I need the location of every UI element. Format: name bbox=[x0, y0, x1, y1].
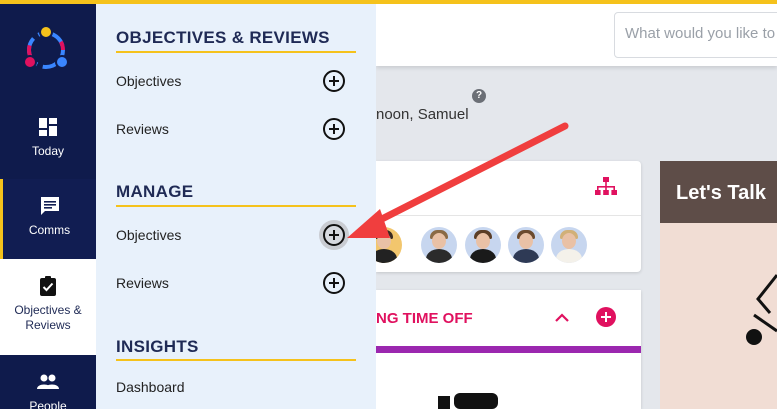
rail-label-objectives-reviews: Objectives & Reviews bbox=[14, 303, 82, 332]
top-accent-bar bbox=[0, 0, 777, 4]
card-divider bbox=[376, 215, 641, 216]
rail-item-today[interactable]: Today bbox=[0, 110, 96, 178]
rail-label-comms: Comms bbox=[28, 223, 71, 237]
dashboard-icon bbox=[39, 118, 57, 136]
section-title-insights: INSIGHTS bbox=[116, 337, 199, 356]
chevron-up-icon[interactable] bbox=[554, 310, 570, 324]
avatar[interactable] bbox=[508, 227, 544, 263]
greeting-text: noon, Samuel bbox=[376, 106, 469, 123]
menu-item-reviews[interactable]: Reviews bbox=[116, 121, 169, 137]
avatar[interactable] bbox=[551, 227, 587, 263]
menu-item-objectives[interactable]: Objectives bbox=[116, 73, 181, 89]
rail-label-people: People bbox=[29, 399, 67, 409]
time-off-card: NG TIME OFF bbox=[376, 290, 641, 409]
chat-icon bbox=[40, 197, 59, 215]
clipboard-check-icon bbox=[40, 276, 56, 296]
section-divider bbox=[116, 205, 356, 207]
section-title-objectives-reviews: OBJECTIVES & REVIEWS bbox=[116, 28, 330, 47]
app-logo-icon[interactable] bbox=[18, 22, 74, 78]
avatar[interactable] bbox=[465, 227, 501, 263]
add-manage-review-button[interactable] bbox=[323, 272, 345, 294]
rail-item-objectives-reviews[interactable]: Objectives & Reviews bbox=[0, 259, 96, 355]
search-input[interactable]: What would you like to bbox=[614, 12, 777, 58]
time-off-accent-bar bbox=[376, 346, 641, 353]
add-manage-objective-button[interactable] bbox=[323, 224, 345, 246]
rail-item-people[interactable]: People bbox=[0, 355, 96, 409]
rail-item-comms[interactable]: Comms bbox=[0, 179, 96, 259]
menu-item-dashboard[interactable]: Dashboard bbox=[116, 379, 185, 395]
org-chart-icon[interactable] bbox=[594, 175, 618, 199]
section-divider bbox=[116, 359, 356, 361]
lets-talk-title: Let's Talk bbox=[676, 182, 766, 204]
section-title-manage: MANAGE bbox=[116, 182, 194, 201]
section-divider bbox=[116, 51, 356, 53]
app-rail: Today Comms Objectives & Reviews People bbox=[0, 0, 96, 409]
add-objective-button[interactable] bbox=[323, 70, 345, 92]
menu-item-manage-reviews[interactable]: Reviews bbox=[116, 275, 169, 291]
avatar[interactable] bbox=[421, 227, 457, 263]
help-icon[interactable]: ? bbox=[472, 89, 486, 103]
illustration-icon bbox=[746, 274, 777, 345]
objectives-reviews-flyout: OBJECTIVES & REVIEWS Objectives Reviews … bbox=[96, 4, 376, 409]
lets-talk-header: Let's Talk bbox=[660, 161, 777, 223]
add-review-button[interactable] bbox=[323, 118, 345, 140]
team-card bbox=[366, 161, 641, 272]
people-icon bbox=[37, 374, 59, 389]
time-off-title: NG TIME OFF bbox=[376, 310, 473, 327]
lets-talk-card: Let's Talk bbox=[660, 161, 777, 409]
add-time-off-button[interactable] bbox=[596, 307, 616, 327]
illustration-icon bbox=[438, 393, 498, 409]
rail-label-today: Today bbox=[31, 144, 65, 158]
menu-item-manage-objectives[interactable]: Objectives bbox=[116, 227, 181, 243]
